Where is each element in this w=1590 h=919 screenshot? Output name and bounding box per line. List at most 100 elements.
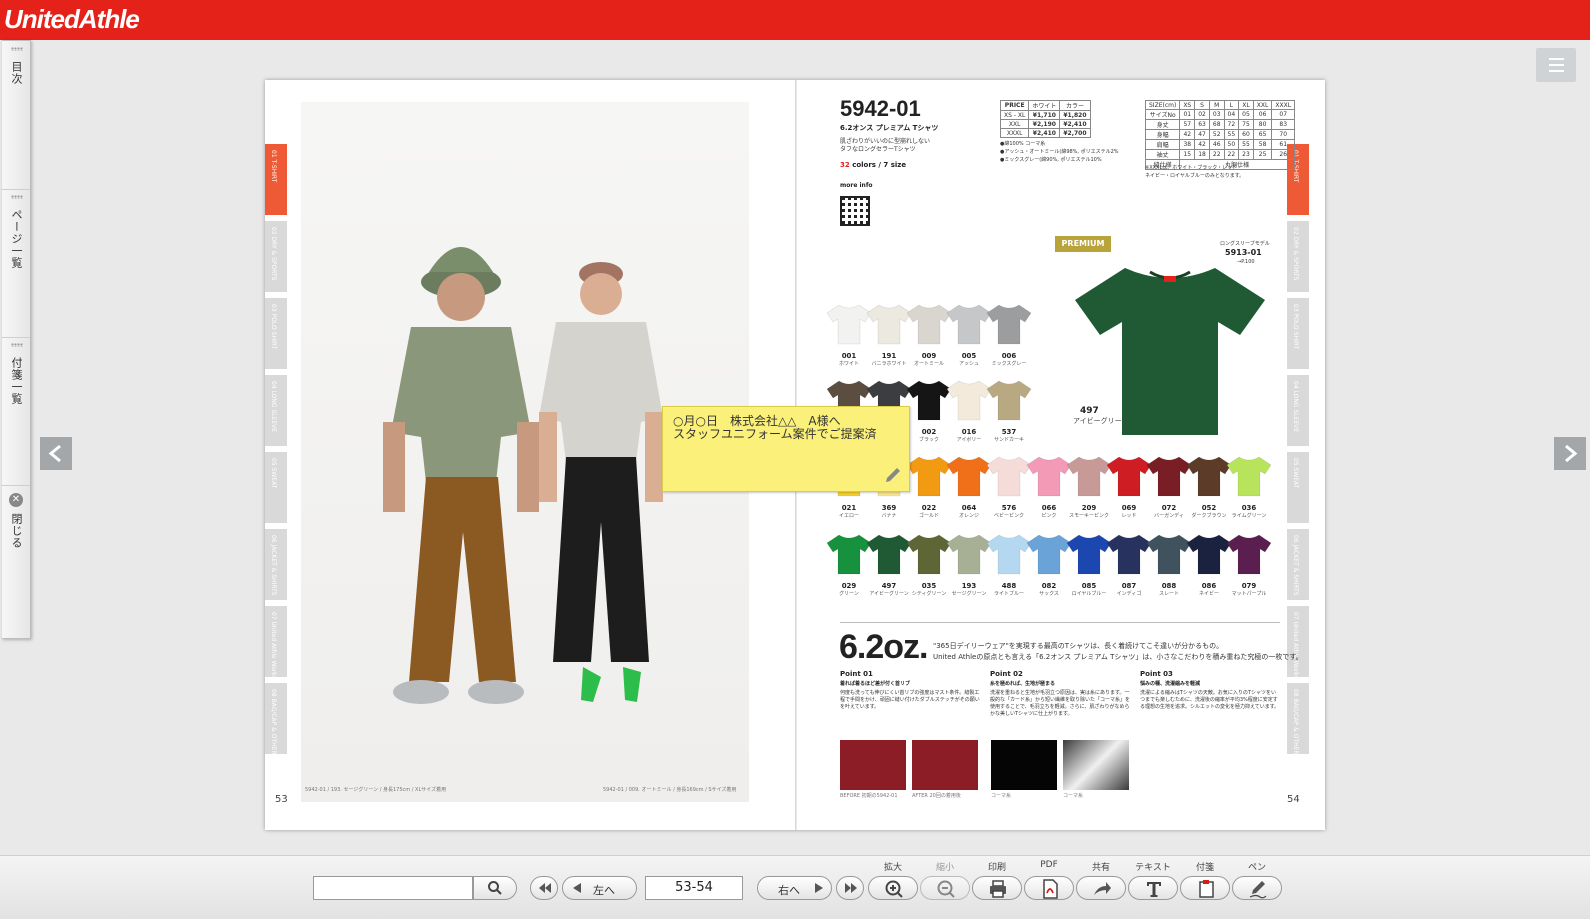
- next-page-arrow[interactable]: [1554, 437, 1586, 470]
- thumb-caption: コーマ糸: [991, 793, 1012, 799]
- tab-jacket-shirts[interactable]: 06 JACKET & SHIRTS: [265, 529, 287, 603]
- product-code: 5942-01: [840, 96, 921, 121]
- pencil-icon[interactable]: [883, 465, 903, 485]
- pen-button[interactable]: [1232, 876, 1282, 900]
- first-page-button[interactable]: [530, 876, 558, 900]
- prev-button[interactable]: 左へ: [562, 876, 637, 900]
- tshirt-icon: [1075, 268, 1265, 435]
- tool-label: 縮小: [935, 863, 954, 873]
- tab-long-sleeve[interactable]: 04 LONG SLEEVE: [265, 375, 287, 449]
- chevron-left-icon: [48, 444, 61, 463]
- tab-dry-sports[interactable]: 02 DRY & SPORTS: [1287, 221, 1309, 295]
- product-name: 6.2オンス プレミアム Tシャツ: [840, 124, 939, 132]
- yarn-photo-dark: [991, 740, 1057, 790]
- sidebar-item-label: 目次: [10, 61, 23, 85]
- tab-long-sleeve[interactable]: 04 LONG SLEEVE: [1287, 375, 1309, 449]
- color-swatch[interactable]: [985, 302, 1033, 346]
- sidebar-item-page-list[interactable]: ページ一覧: [2, 189, 30, 338]
- tab-works[interactable]: 07 United Athle Works: [265, 606, 287, 680]
- prev-page-arrow[interactable]: [40, 437, 72, 470]
- pdf-button[interactable]: [1024, 876, 1074, 900]
- next-button[interactable]: 右へ: [757, 876, 832, 900]
- zoom-in-button[interactable]: [868, 876, 918, 900]
- sticky-note-icon: [1199, 880, 1214, 898]
- oz-description: "365日デイリーウェア"を実現する最高のTシャツは、長く着続けてこそ違いが分か…: [933, 642, 1224, 650]
- oz-description: United Athleの原点とも言える「6.2オンス プレミアム Tシャツ」は…: [933, 653, 1303, 661]
- point-subtitle: 着れば着るほど差が付く首リブ: [840, 681, 911, 687]
- sidebar-item-label: 付箋一覧: [10, 357, 23, 405]
- point-title: Point 02: [990, 670, 1023, 678]
- material-line: ●アッシュ・オートミール(綿98%, ポリエステル2%: [1000, 149, 1119, 155]
- tab-dry-sports[interactable]: 02 DRY & SPORTS: [265, 221, 287, 295]
- page-number-right: 54: [1287, 794, 1300, 805]
- more-info-label: more info: [840, 182, 873, 189]
- zoom-out-button[interactable]: [920, 876, 970, 900]
- text-icon: [1147, 882, 1161, 897]
- point-text: 洗濯を重ねると生地が毛羽立つ原因は、実は糸にあります。一般的な「カード糸」から短…: [990, 690, 1131, 717]
- search-input[interactable]: [313, 876, 473, 900]
- featured-color-name: アイビーグリーン: [1073, 417, 1129, 425]
- tab-polo-shirt[interactable]: 03 POLO SHIRT: [265, 298, 287, 372]
- material-line: ●綿100% コーマ糸: [1000, 141, 1046, 147]
- tool-label: 拡大: [883, 863, 902, 873]
- tool-label: テキスト: [1135, 863, 1171, 873]
- related-model-code[interactable]: 5913-01: [1225, 248, 1262, 257]
- share-button[interactable]: [1076, 876, 1126, 900]
- tab-jacket-shirts[interactable]: 06 JACKET & SHIRTS: [1287, 529, 1309, 603]
- sidebar-item-close[interactable]: ✕ 閉じる: [2, 485, 30, 637]
- sticky-note-text[interactable]: ○月○日 株式会社△△ A様へ スタッフユニフォーム案件でご提案済: [673, 415, 877, 441]
- hamburger-icon: [1549, 58, 1564, 60]
- top-bar: UnitedAthle: [0, 0, 1590, 40]
- close-icon: ✕: [9, 493, 23, 507]
- sidebar-item-sticky-list[interactable]: 付箋一覧: [2, 337, 30, 486]
- text-button[interactable]: [1128, 876, 1178, 900]
- color-name: マットパープル: [1231, 591, 1267, 597]
- point-text: 洗濯による縮みはTシャツの天敵。お気に入りのTシャツをいつまでも楽しむために、洗…: [1140, 690, 1280, 710]
- material-line: ●ミックスグレー(綿90%, ポリエステル10%: [1000, 157, 1102, 163]
- page-number-input[interactable]: 53-54: [645, 876, 743, 900]
- tab-bag-cap[interactable]: 08 BAG/CAP & OTHER: [1287, 683, 1309, 757]
- photo-caption-right: 5942-01 / 009. オートミール / 身長169cm / Sサイズ着用: [603, 787, 737, 793]
- tab-sweat[interactable]: 05 SWEAT: [265, 452, 287, 526]
- color-swatch[interactable]: [985, 378, 1033, 422]
- last-page-button[interactable]: [836, 876, 864, 900]
- color-name: サンドカーキ: [993, 437, 1024, 443]
- search-button[interactable]: [473, 876, 517, 900]
- tab-sweat[interactable]: 05 SWEAT: [1287, 452, 1309, 526]
- tab-t-shirt[interactable]: 01 T-SHIRT: [265, 144, 287, 218]
- premium-badge: PREMIUM: [1055, 236, 1111, 252]
- tool-label: 付箋: [1195, 863, 1214, 873]
- tab-polo-shirt[interactable]: 03 POLO SHIRT: [1287, 298, 1309, 372]
- colors-sizes: 32 colors / 7 size: [840, 161, 907, 169]
- point-subtitle: 糸を極めれば、生地が極まる: [990, 681, 1056, 687]
- product-desc-2: タフなロングセラーTシャツ: [840, 146, 916, 153]
- sidebar-item-contents[interactable]: 目次: [2, 41, 30, 190]
- color-swatch[interactable]: [1225, 532, 1273, 576]
- section-divider: [840, 622, 1280, 623]
- sticky-note-button[interactable]: [1180, 876, 1230, 900]
- related-model-label: ロングスリーブモデル: [1220, 241, 1270, 247]
- color-code: 537: [1001, 428, 1017, 436]
- pen-icon: [1249, 881, 1267, 899]
- qr-code[interactable]: [840, 196, 870, 226]
- color-swatch[interactable]: [1225, 454, 1273, 498]
- thumb-caption: コーマ糸: [1063, 793, 1084, 799]
- sticky-note[interactable]: ○月○日 株式会社△△ A様へ スタッフユニフォーム案件でご提案済: [662, 406, 910, 492]
- point-title: Point 03: [1140, 670, 1173, 678]
- sidebar-item-label: 閉じる: [10, 513, 23, 549]
- tab-bag-cap[interactable]: 08 BAG/CAP & OTHER: [265, 683, 287, 757]
- grip-icon: [11, 343, 23, 347]
- tool-label: PDF: [1040, 860, 1058, 870]
- grip-icon: [11, 47, 23, 51]
- point-title: Point 01: [840, 670, 873, 678]
- search-icon: [488, 881, 502, 895]
- menu-button[interactable]: [1536, 48, 1576, 82]
- color-name: ミックスグレー: [991, 361, 1027, 367]
- print-icon: [990, 880, 1006, 898]
- brand-logo[interactable]: UnitedAthle: [4, 4, 140, 35]
- size-note: ※XXXLは、ホワイト・ブラック・レッド・: [1145, 165, 1243, 171]
- double-chevron-right-icon: [845, 883, 857, 893]
- print-button[interactable]: [972, 876, 1022, 900]
- tab-works[interactable]: 07 United Athle Works: [1287, 606, 1309, 680]
- price-table: PRICE ホワイト カラー XS - XL ¥1,710 ¥1,820 XXL ¥2,1…: [999, 100, 1091, 138]
